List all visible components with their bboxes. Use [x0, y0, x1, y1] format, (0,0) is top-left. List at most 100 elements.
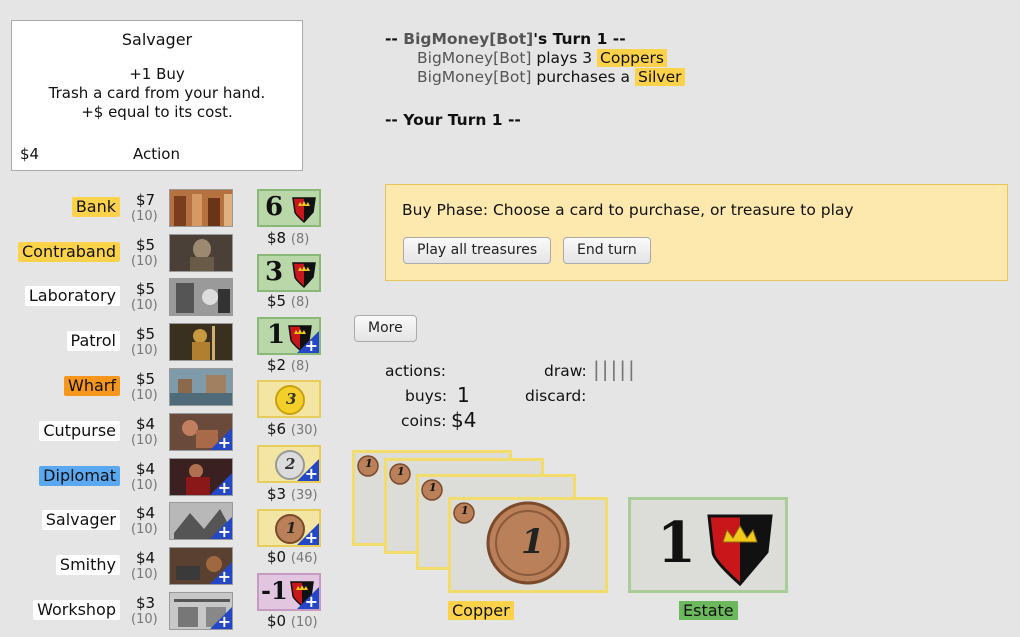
draw-pile-count[interactable]: |||||	[593, 357, 637, 381]
supply-pile-laboratory[interactable]: Laboratory $5 (10)	[0, 278, 240, 322]
pile-count: (10)	[131, 298, 158, 313]
duchy-pile[interactable]: 3	[257, 254, 321, 292]
buys-label: buys:	[405, 387, 448, 405]
hand-card-estate[interactable]: 1	[628, 497, 788, 593]
price: $8	[267, 229, 287, 247]
pile-count: (10)	[131, 388, 158, 403]
estate-pile[interactable]: 1 +	[257, 317, 321, 355]
laboratory-card-art[interactable]	[169, 278, 233, 316]
pile-name[interactable]: Salvager	[41, 510, 120, 530]
card-detail-panel: Salvager +1 Buy Trash a card from your h…	[11, 20, 303, 171]
more-button[interactable]: More	[354, 315, 417, 342]
pile-name[interactable]: Wharf	[64, 376, 120, 396]
pile-name[interactable]: Patrol	[66, 331, 120, 351]
salvager-card-art[interactable]: +	[169, 502, 233, 540]
gold-price: $6 (30)	[267, 420, 318, 438]
diplomat-card-art[interactable]: +	[169, 458, 233, 496]
coin-value: 1	[286, 519, 297, 537]
supply-pile-bank[interactable]: Bank $7 (10)	[0, 189, 240, 233]
log-turn-header-bot: -- BigMoney[Bot]'s Turn 1 --	[385, 30, 685, 49]
pile-count: (10)	[131, 254, 158, 269]
card-number: 1	[267, 320, 286, 350]
plus-icon: +	[304, 464, 318, 483]
pile-price: $5	[136, 280, 156, 298]
count: (8)	[290, 232, 310, 247]
pile-name[interactable]: Laboratory	[24, 286, 120, 306]
log-text: --	[385, 30, 404, 48]
pile-name[interactable]: Contraband	[17, 242, 120, 262]
wharf-card-art[interactable]	[169, 368, 233, 406]
pile-name[interactable]: Workshop	[33, 600, 120, 620]
silver-price: $3 (39)	[267, 485, 318, 503]
mini-coin-value: 1	[429, 481, 437, 494]
plus-icon: +	[217, 478, 231, 496]
bank-card-art[interactable]	[169, 189, 233, 227]
buys-value: 1	[457, 383, 470, 407]
plus-icon: +	[304, 528, 318, 547]
log-line: BigMoney[Bot] purchases a Silver	[385, 68, 685, 87]
pile-price: $4	[136, 415, 156, 433]
buy-phase-prompt: Buy Phase: Choose a card to purchase, or…	[385, 184, 1008, 281]
supply-pile-patrol[interactable]: Patrol $5 (10)	[0, 323, 240, 367]
pile-name[interactable]: Cutpurse	[39, 421, 120, 441]
gold-pile[interactable]: 3	[257, 380, 321, 418]
card-detail-text: +1 Buy Trash a card from your hand. +$ e…	[12, 65, 302, 122]
coin-value: 1	[521, 522, 545, 562]
game-log: -- BigMoney[Bot]'s Turn 1 -- BigMoney[Bo…	[385, 30, 685, 130]
log-player-name: BigMoney[Bot]	[417, 49, 532, 67]
pile-price: $5	[136, 370, 156, 388]
coin-value: 2	[285, 455, 296, 473]
hand-card-copper[interactable]: 1 1	[448, 497, 608, 593]
pile-price: $5	[136, 236, 156, 254]
shield-icon	[707, 514, 773, 587]
pile-count: (10)	[131, 612, 158, 627]
cutpurse-card-art[interactable]: +	[169, 413, 233, 451]
workshop-card-art[interactable]: +	[169, 592, 233, 630]
pile-price: $4	[136, 460, 156, 478]
pile-count: (10)	[131, 478, 158, 493]
copper-price: $0 (46)	[267, 548, 318, 566]
log-card-name: Coppers	[597, 49, 667, 67]
plus-icon: +	[217, 522, 231, 540]
end-turn-button[interactable]: End turn	[563, 237, 651, 264]
supply-pile-smithy[interactable]: Smithy $4 (10) +	[0, 547, 240, 591]
contraband-card-art[interactable]	[169, 234, 233, 272]
supply-pile-diplomat[interactable]: Diplomat $4 (10) +	[0, 458, 240, 502]
supply-pile-salvager[interactable]: Salvager $4 (10) +	[0, 502, 240, 546]
plus-icon: +	[304, 592, 318, 611]
plus-icon: +	[217, 612, 231, 630]
pile-name[interactable]: Bank	[71, 197, 120, 217]
count: (30)	[290, 423, 318, 438]
patrol-card-art[interactable]	[169, 323, 233, 361]
duchy-price: $5 (8)	[267, 292, 309, 310]
log-player-name: BigMoney[Bot]	[417, 68, 532, 86]
curse-pile[interactable]: -1 +	[257, 573, 321, 611]
discard-label: discard:	[525, 387, 587, 405]
province-pile[interactable]: 6	[257, 189, 321, 227]
play-all-treasures-button[interactable]: Play all treasures	[403, 237, 552, 264]
pile-count: (10)	[131, 433, 158, 448]
copper-pile[interactable]: 1 +	[257, 509, 321, 547]
card-detail-line3: +$ equal to its cost.	[81, 103, 233, 121]
curse-price: $0 (10)	[267, 612, 318, 630]
card-detail-name: Salvager	[121, 30, 193, 49]
pile-count: (10)	[131, 567, 158, 582]
smithy-card-art[interactable]: +	[169, 547, 233, 585]
supply-pile-cutpurse[interactable]: Cutpurse $4 (10) +	[0, 413, 240, 457]
card-detail-line1: +1 Buy	[129, 65, 185, 83]
coin-value: 3	[286, 390, 297, 408]
supply-pile-contraband[interactable]: Contraband $5 (10)	[0, 234, 240, 278]
pile-price: $4	[136, 549, 156, 567]
pile-name[interactable]: Smithy	[55, 555, 120, 575]
price: $2	[267, 356, 287, 374]
actions-label: actions:	[385, 362, 447, 380]
card-number: 3	[265, 257, 284, 287]
plus-icon: +	[217, 567, 231, 585]
price: $3	[267, 485, 287, 503]
pile-name[interactable]: Diplomat	[39, 466, 120, 486]
silver-pile[interactable]: 2 +	[257, 445, 321, 483]
log-text: 's Turn 1 --	[533, 30, 626, 48]
supply-pile-workshop[interactable]: Workshop $3 (10) +	[0, 592, 240, 636]
card-detail-line2: Trash a card from your hand.	[48, 84, 266, 102]
supply-pile-wharf[interactable]: Wharf $5 (10)	[0, 368, 240, 412]
